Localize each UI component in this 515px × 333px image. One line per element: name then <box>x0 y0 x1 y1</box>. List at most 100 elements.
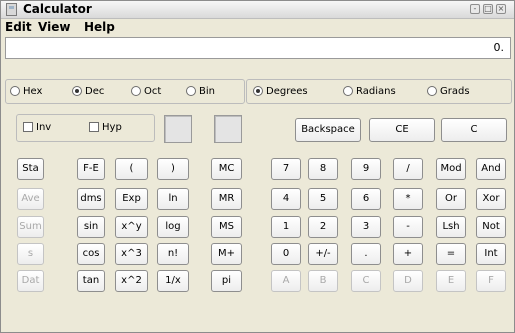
digit-4-button[interactable]: 4 <box>271 188 301 210</box>
mc-button[interactable]: MC <box>211 158 242 180</box>
checkbox-hyp-label: Hyp <box>102 122 122 133</box>
radio-grads[interactable]: Grads <box>427 85 470 99</box>
ce-button[interactable]: CE <box>369 118 435 142</box>
radio-degrees-indicator <box>253 86 263 96</box>
negate-button[interactable]: +/- <box>308 243 338 265</box>
x-cube-button[interactable]: x^3 <box>115 243 148 265</box>
memory-indicator <box>214 115 242 143</box>
x-square-button[interactable]: x^2 <box>115 270 148 292</box>
window-title: Calculator <box>23 2 92 16</box>
reciprocal-button[interactable]: 1/x <box>157 270 189 292</box>
exp-button[interactable]: Exp <box>115 188 148 210</box>
checkbox-inv-label: Inv <box>36 122 52 133</box>
fe-button[interactable]: F-E <box>77 158 105 180</box>
digit-5-button[interactable]: 5 <box>308 188 338 210</box>
radio-hex-label: Hex <box>23 86 43 97</box>
lsh-button[interactable]: Lsh <box>436 216 466 238</box>
left-paren-button[interactable]: ( <box>115 158 148 180</box>
sta-button[interactable]: Sta <box>17 158 44 180</box>
decimal-button[interactable]: . <box>351 243 381 265</box>
mod-button[interactable]: Mod <box>436 158 466 180</box>
ln-button[interactable]: ln <box>157 188 189 210</box>
parenthesis-indicator <box>164 115 192 143</box>
backspace-button[interactable]: Backspace <box>295 118 361 142</box>
hex-d-button[interactable]: D <box>393 270 423 292</box>
digit-6-button[interactable]: 6 <box>351 188 381 210</box>
radio-oct[interactable]: Oct <box>131 85 161 99</box>
sum-button[interactable]: Sum <box>17 216 44 238</box>
digit-7-button[interactable]: 7 <box>271 158 301 180</box>
angle-unit-group: Degrees Radians Grads <box>246 79 512 104</box>
function-options-group: Inv Hyp <box>16 114 155 142</box>
radio-radians-indicator <box>343 86 353 96</box>
x-pow-y-button[interactable]: x^y <box>115 216 148 238</box>
sin-button[interactable]: sin <box>77 216 105 238</box>
pi-button[interactable]: pi <box>211 270 242 292</box>
add-button[interactable]: + <box>393 243 423 265</box>
dms-button[interactable]: dms <box>77 188 105 210</box>
menu-bar: Edit View Help <box>1 19 514 36</box>
radio-bin-label: Bin <box>199 86 215 97</box>
hex-b-button[interactable]: B <box>308 270 338 292</box>
tan-button[interactable]: tan <box>77 270 105 292</box>
calculator-window: Calculator - □ × Edit View Help 0. Hex D… <box>0 0 515 333</box>
radio-radians-label: Radians <box>356 86 396 97</box>
digit-2-button[interactable]: 2 <box>308 216 338 238</box>
radio-grads-label: Grads <box>440 86 470 97</box>
ms-button[interactable]: MS <box>211 216 242 238</box>
mr-button[interactable]: MR <box>211 188 242 210</box>
s-button[interactable]: s <box>17 243 44 265</box>
maximize-icon[interactable]: □ <box>483 4 493 14</box>
radio-oct-label: Oct <box>144 86 162 97</box>
divide-button[interactable]: / <box>393 158 423 180</box>
checkbox-hyp-box <box>89 122 99 132</box>
radio-bin[interactable]: Bin <box>186 85 215 99</box>
c-button[interactable]: C <box>441 118 507 142</box>
radio-hex[interactable]: Hex <box>10 85 42 99</box>
radio-dec[interactable]: Dec <box>72 85 104 99</box>
calculator-display: 0. <box>5 37 511 59</box>
xor-button[interactable]: Xor <box>476 188 506 210</box>
checkbox-inv-box <box>23 122 33 132</box>
title-bar[interactable]: Calculator - □ × <box>1 1 514 19</box>
factorial-button[interactable]: n! <box>157 243 189 265</box>
radio-dec-label: Dec <box>85 86 105 97</box>
cos-button[interactable]: cos <box>77 243 105 265</box>
right-paren-button[interactable]: ) <box>157 158 189 180</box>
hex-a-button[interactable]: A <box>271 270 301 292</box>
multiply-button[interactable]: * <box>393 188 423 210</box>
radio-oct-indicator <box>131 86 141 96</box>
or-button[interactable]: Or <box>436 188 466 210</box>
hex-c-button[interactable]: C <box>351 270 381 292</box>
menu-view[interactable]: View <box>38 20 70 34</box>
menu-edit[interactable]: Edit <box>5 20 32 34</box>
checkbox-hyp[interactable]: Hyp <box>89 121 122 135</box>
digit-8-button[interactable]: 8 <box>308 158 338 180</box>
calculator-icon <box>6 3 17 16</box>
digit-0-button[interactable]: 0 <box>271 243 301 265</box>
hex-e-button[interactable]: E <box>436 270 466 292</box>
radio-dec-indicator <box>72 86 82 96</box>
int-button[interactable]: Int <box>476 243 506 265</box>
equals-button[interactable]: = <box>436 243 466 265</box>
checkbox-inv[interactable]: Inv <box>23 121 51 135</box>
number-base-group: Hex Dec Oct Bin <box>5 79 245 104</box>
menu-help[interactable]: Help <box>84 20 115 34</box>
radio-grads-indicator <box>427 86 437 96</box>
subtract-button[interactable]: - <box>393 216 423 238</box>
not-button[interactable]: Not <box>476 216 506 238</box>
radio-degrees[interactable]: Degrees <box>253 85 308 99</box>
hex-f-button[interactable]: F <box>476 270 506 292</box>
minimize-icon[interactable]: - <box>470 4 480 14</box>
and-button[interactable]: And <box>476 158 506 180</box>
radio-radians[interactable]: Radians <box>343 85 396 99</box>
dat-button[interactable]: Dat <box>17 270 44 292</box>
ave-button[interactable]: Ave <box>17 188 44 210</box>
close-icon[interactable]: × <box>496 4 506 14</box>
digit-9-button[interactable]: 9 <box>351 158 381 180</box>
digit-3-button[interactable]: 3 <box>351 216 381 238</box>
m-plus-button[interactable]: M+ <box>211 243 242 265</box>
digit-1-button[interactable]: 1 <box>271 216 301 238</box>
radio-degrees-label: Degrees <box>266 86 308 97</box>
log-button[interactable]: log <box>157 216 189 238</box>
